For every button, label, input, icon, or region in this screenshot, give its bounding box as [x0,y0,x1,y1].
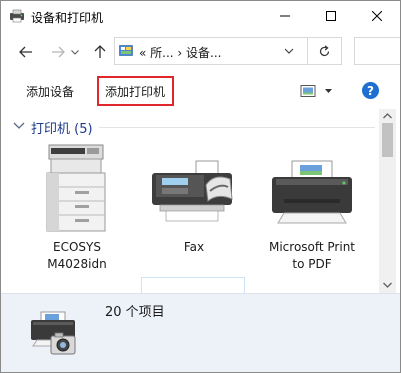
back-button[interactable] [15,41,37,63]
item-count: 20 个项目 [105,305,165,320]
close-button[interactable] [354,1,400,31]
recent-locations-dropdown[interactable] [68,41,82,63]
device-label: Microsoft Print to PDF [268,240,356,271]
details-pane: 20 个项目 [1,293,400,372]
partially-visible-item[interactable] [141,277,245,293]
printer-camera-icon [31,311,76,355]
up-button[interactable] [89,41,111,63]
arrow-up-icon [94,45,106,58]
add-printer-button[interactable]: 添加打印机 [105,83,165,100]
minimize-icon [280,15,290,17]
scroll-down-icon[interactable] [382,281,393,289]
minimize-button[interactable] [262,1,308,31]
help-button[interactable]: ? [362,82,379,99]
title-bar[interactable]: 设备和打印机 [1,1,400,31]
chevron-down-icon [71,49,79,55]
device-label: ECOSYS M4028idn [47,240,107,271]
printer-icon [272,160,352,224]
maximize-icon [326,11,336,21]
refresh-button[interactable] [308,37,342,65]
window-title: 设备和打印机 [31,11,104,25]
chevron-down-icon [13,122,25,129]
add-device-button[interactable]: 添加设备 [26,83,74,100]
devices-and-printers-window: 设备和打印机 « 所... › 设备... 添加设备 添加打印机 ? 打印机 (… [0,0,401,373]
arrow-left-icon [19,46,32,58]
group-divider [99,127,375,128]
close-icon [372,11,382,21]
multifunction-printer-icon [46,144,106,232]
fax-icon [152,160,233,222]
devices-printers-app-icon [10,9,24,23]
forward-button[interactable] [47,41,69,63]
refresh-icon [319,44,330,56]
scrollbar-thumb[interactable] [382,123,393,157]
address-bar[interactable]: « 所... › 设备... [114,37,308,65]
maximize-button[interactable] [308,1,354,31]
control-panel-icon [119,45,133,56]
command-bar: 添加设备 添加打印机 ? [1,73,400,109]
search-input[interactable] [354,37,400,65]
address-path: « 所... › 设备... [139,46,222,60]
change-view-icon[interactable] [300,84,334,98]
printers-group-header[interactable]: 打印机 (5) [13,117,375,137]
vertical-scrollbar[interactable] [379,109,396,293]
group-title: 打印机 (5) [31,122,93,137]
navigation-bar: « 所... › 设备... [1,31,400,73]
arrow-right-icon [52,46,65,58]
device-label: Fax [183,240,205,254]
device-list: 打印机 (5) ECOSYS M4028idn Fax Microsoft Pr… [1,109,379,293]
chevron-down-icon[interactable] [283,45,295,57]
scroll-up-icon[interactable] [382,112,393,120]
